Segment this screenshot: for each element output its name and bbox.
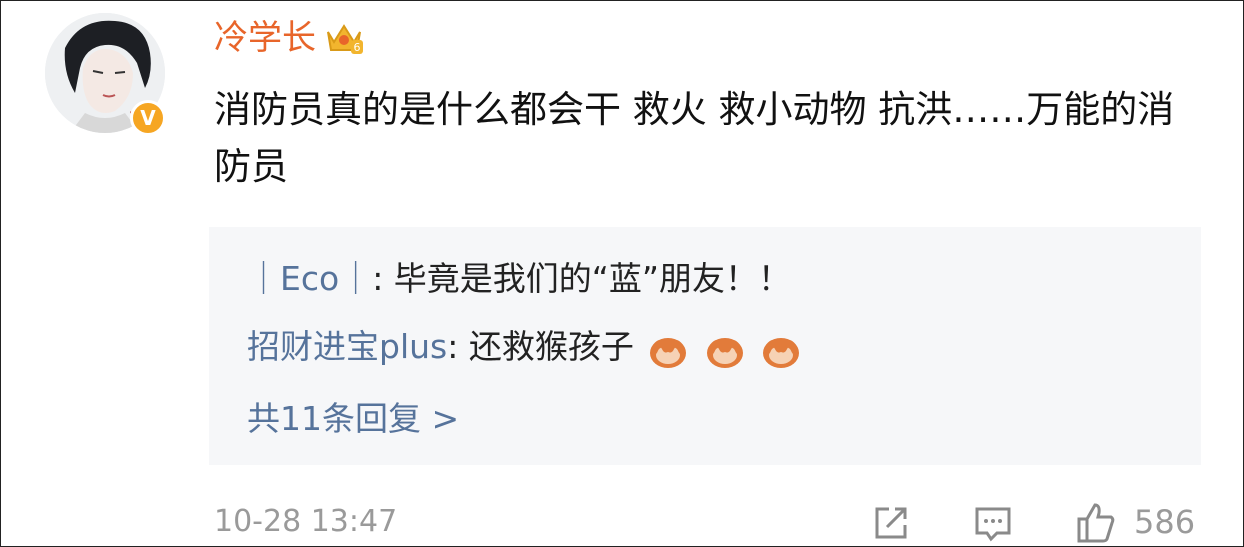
comment-card: V 冷学长 6 消防员真的是什么都会干 救火 救小动物 抗洪……万能的消防员 ｜…	[0, 0, 1244, 547]
verified-badge-icon: V	[130, 100, 166, 136]
comment-text: 消防员真的是什么都会干 救火 救小动物 抗洪……万能的消防员	[214, 88, 1175, 188]
thumbs-up-icon[interactable]	[1073, 501, 1117, 545]
like-count: 586	[1134, 503, 1196, 541]
crown-icon: 6	[327, 24, 363, 54]
comment-icon[interactable]	[971, 501, 1015, 545]
reply-item[interactable]: 招财进宝plus: 还救猴孩子	[247, 327, 803, 369]
share-icon[interactable]	[869, 501, 913, 545]
reply-text: : 还救猴孩子	[447, 327, 634, 366]
see-no-evil-monkey-icon	[650, 337, 687, 368]
more-replies-link[interactable]: 共11条回复 >	[247, 399, 459, 439]
see-no-evil-monkey-icon	[763, 337, 800, 368]
timestamp: 10-28 13:47	[214, 504, 398, 539]
reply-author[interactable]: ｜Eco｜	[247, 259, 372, 298]
reply-author[interactable]: 招财进宝plus	[247, 327, 447, 366]
username[interactable]: 冷学长	[214, 15, 316, 61]
reply-text: : 毕竟是我们的“蓝”朋友！！	[372, 259, 791, 298]
crown-level: 6	[354, 41, 361, 54]
username-row: 冷学长 6	[214, 15, 364, 61]
reply-item[interactable]: ｜Eco｜: 毕竟是我们的“蓝”朋友！！	[247, 259, 791, 299]
see-no-evil-monkey-icon	[706, 337, 743, 368]
